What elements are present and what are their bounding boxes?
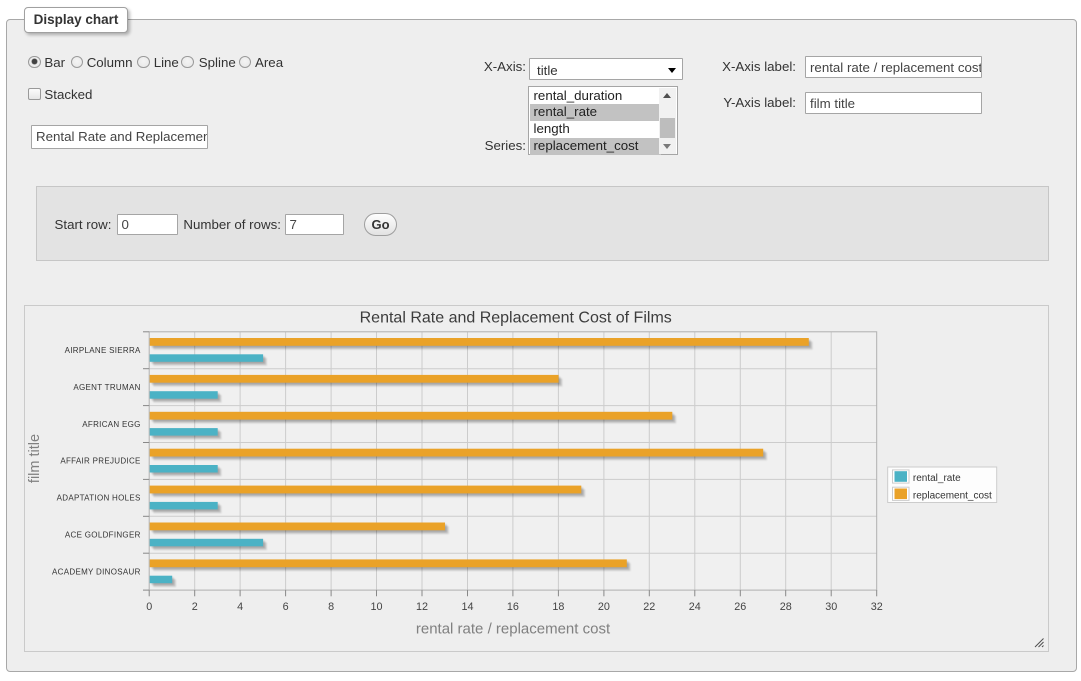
svg-text:18: 18 [552, 601, 564, 613]
svg-text:film title: film title [27, 433, 43, 482]
svg-text:rental_rate: rental_rate [913, 472, 961, 483]
svg-text:20: 20 [598, 601, 610, 613]
svg-text:AFFAIR PREJUDICE: AFFAIR PREJUDICE [60, 456, 140, 465]
svg-text:rental rate / replacement cost: rental rate / replacement cost [416, 620, 611, 637]
svg-text:replacement_cost: replacement_cost [913, 490, 992, 501]
svg-text:28: 28 [780, 601, 792, 613]
svg-text:2: 2 [192, 601, 198, 613]
svg-text:ACADEMY DINOSAUR: ACADEMY DINOSAUR [52, 567, 141, 576]
svg-text:8: 8 [328, 601, 334, 613]
svg-text:10: 10 [370, 601, 382, 613]
svg-text:Rental Rate and Replacement Co: Rental Rate and Replacement Cost of Film… [360, 309, 672, 326]
svg-text:14: 14 [461, 601, 473, 613]
svg-text:24: 24 [689, 601, 701, 613]
svg-text:AFRICAN EGG: AFRICAN EGG [82, 419, 140, 428]
svg-text:AIRPLANE SIERRA: AIRPLANE SIERRA [65, 346, 141, 355]
svg-text:6: 6 [283, 601, 289, 613]
svg-text:16: 16 [507, 601, 519, 613]
svg-text:0: 0 [146, 601, 152, 613]
svg-text:12: 12 [416, 601, 428, 613]
svg-text:32: 32 [871, 601, 883, 613]
svg-text:4: 4 [237, 601, 243, 613]
svg-text:22: 22 [643, 601, 655, 613]
svg-text:ADAPTATION HOLES: ADAPTATION HOLES [57, 493, 141, 502]
svg-text:AGENT TRUMAN: AGENT TRUMAN [73, 382, 140, 391]
svg-text:ACE GOLDFINGER: ACE GOLDFINGER [65, 530, 141, 539]
svg-text:26: 26 [734, 601, 746, 613]
svg-text:30: 30 [825, 601, 837, 613]
